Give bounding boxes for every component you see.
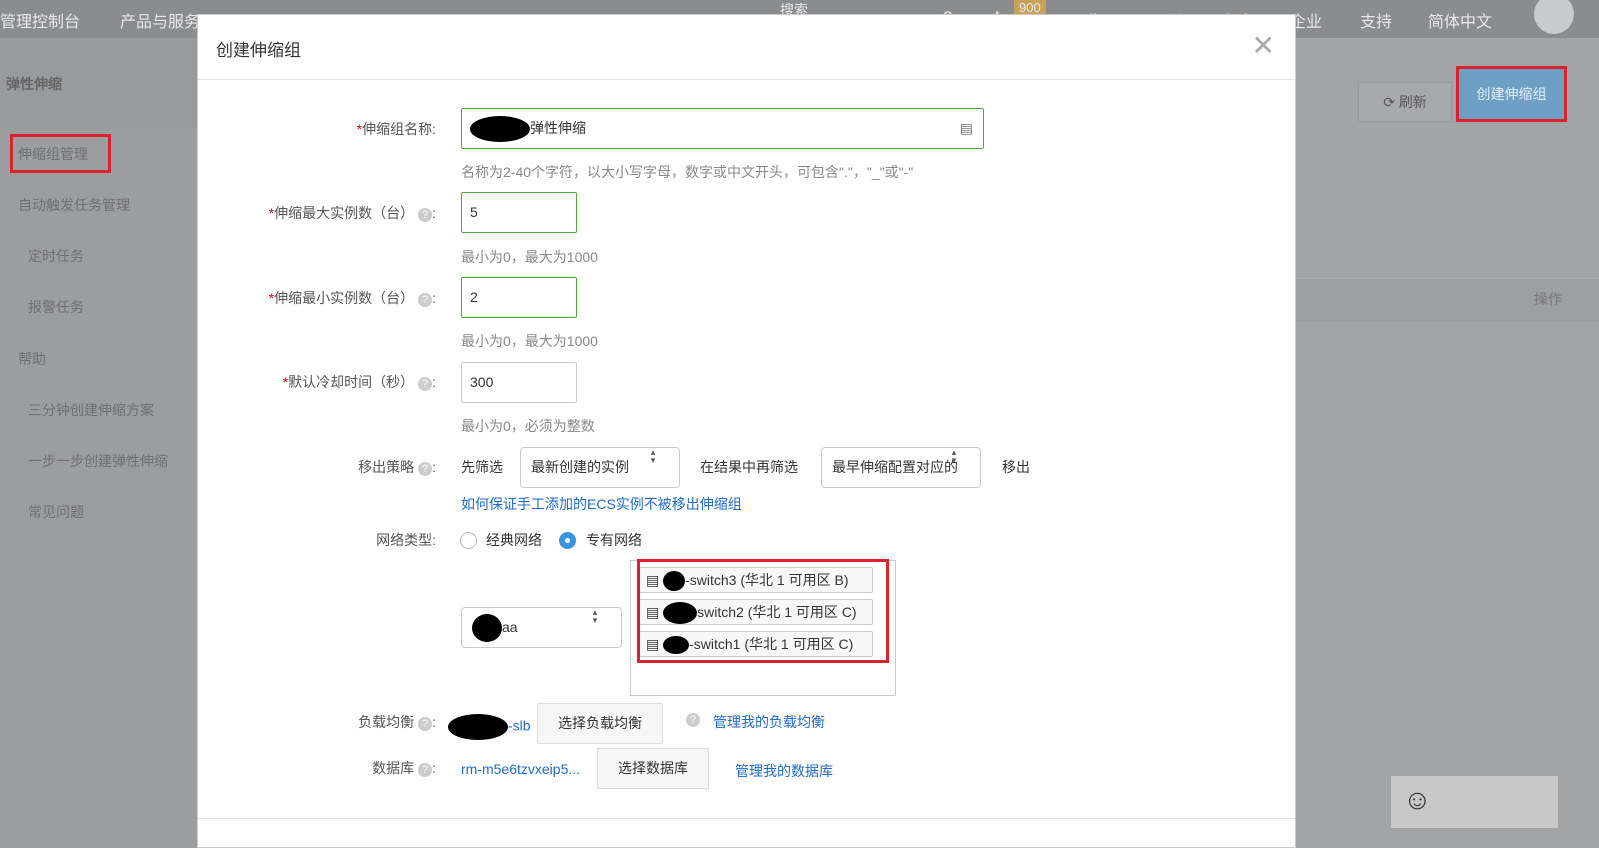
close-icon[interactable]: ✕ <box>1252 29 1275 62</box>
then-filter-label: 在结果中再筛选 <box>700 459 798 475</box>
removal-help-link[interactable]: 如何保证手工添加的ECS实例不被移出伸缩组 <box>461 494 742 514</box>
main-area: ⟳ 刷新 创建伸缩组 操作 <box>1296 38 1599 848</box>
min-instances-input[interactable]: 2 <box>461 277 577 318</box>
cooldown-hint: 最小为0，必须为整数 <box>461 418 595 434</box>
sidebar-item-step[interactable]: 一步一步创建弹性伸缩 <box>28 451 168 471</box>
highlight-box <box>10 134 111 173</box>
avatar[interactable] <box>1534 0 1574 34</box>
manage-db-link[interactable]: 管理我的数据库 <box>735 761 833 781</box>
create-group-button[interactable]: 创建伸缩组 <box>1456 66 1567 122</box>
removal-label: 移出策略?: <box>358 459 436 476</box>
min-label: *伸缩最小实例数（台）?: <box>268 290 436 307</box>
select-db-button[interactable]: 选择数据库 <box>597 748 709 789</box>
sidebar-item-help[interactable]: 帮助 <box>18 349 46 369</box>
max-hint: 最小为0，最大为1000 <box>461 249 598 265</box>
nav-language[interactable]: 简体中文 <box>1428 8 1492 32</box>
name-hint: 名称为2-40个字符，以大小写字母，数字或中文开头，可包含"."，"_"或"-" <box>461 164 914 180</box>
max-label: *伸缩最大实例数（台）?: <box>268 205 436 222</box>
console-link[interactable]: 管理控制台 <box>0 8 80 32</box>
help-icon: ? <box>418 462 433 476</box>
db-value[interactable]: rm-m5e6tzvxeip5... <box>461 761 580 777</box>
nav-support[interactable]: 支持 <box>1360 8 1392 32</box>
help-icon: ? <box>418 293 433 307</box>
cooldown-input[interactable]: 300 <box>461 362 577 403</box>
help-icon: ? <box>418 377 433 391</box>
create-group-dialog: 创建伸缩组 ✕ *伸缩组名称: 弹性伸缩 ▤ 名称为2-40个字符，以大小写字母，数… <box>197 14 1296 848</box>
refresh-button[interactable]: ⟳ 刷新 <box>1358 82 1452 122</box>
vpc-network-label: 专有网络 <box>586 532 642 548</box>
ops-column-header: 操作 <box>1534 291 1562 307</box>
slb-label: 负载均衡?: <box>358 714 436 731</box>
min-hint: 最小为0，最大为1000 <box>461 333 598 349</box>
vpc-select[interactable]: aa <box>461 607 622 648</box>
remove-label: 移出 <box>1002 459 1030 475</box>
help-icon[interactable]: ? <box>686 713 700 727</box>
chat-widget[interactable]: ☺ <box>1391 776 1558 828</box>
classic-network-radio[interactable] <box>460 532 477 549</box>
manage-slb-link[interactable]: 管理我的负载均衡 <box>713 712 825 732</box>
sidebar-item-3min[interactable]: 三分钟创建伸缩方案 <box>28 400 154 420</box>
help-icon: ? <box>418 763 433 777</box>
sidebar: 弹性伸缩 伸缩组管理 自动触发任务管理 定时任务 报警任务 帮助 三分钟创建伸缩… <box>0 38 197 848</box>
group-name-input[interactable]: 弹性伸缩 ▤ <box>461 108 984 149</box>
first-filter-select[interactable]: 最新创建的实例 <box>520 447 680 488</box>
first-filter-label: 先筛选 <box>461 459 503 475</box>
sidebar-item-faq[interactable]: 常见问题 <box>28 502 84 522</box>
id-card-icon: ▤ <box>959 120 973 136</box>
vpc-network-radio[interactable] <box>559 532 576 549</box>
classic-network-label: 经典网络 <box>486 532 542 548</box>
cooldown-label: *默认冷却时间（秒）?: <box>282 374 436 391</box>
sidebar-item-auto-tasks[interactable]: 自动触发任务管理 <box>18 195 130 215</box>
select-slb-button[interactable]: 选择负载均衡 <box>537 703 663 744</box>
sidebar-title: 弹性伸缩 <box>0 38 197 128</box>
help-icon: ? <box>418 208 433 222</box>
db-label: 数据库?: <box>372 760 436 777</box>
refresh-label: 刷新 <box>1398 94 1427 110</box>
max-instances-input[interactable]: 5 <box>461 192 577 233</box>
sidebar-item-scheduled[interactable]: 定时任务 <box>28 246 84 266</box>
highlight-box <box>637 559 889 663</box>
dialog-title: 创建伸缩组 <box>216 41 301 60</box>
name-label: *伸缩组名称: <box>356 121 436 137</box>
slb-value: -slb <box>448 714 531 740</box>
sidebar-item-alarm[interactable]: 报警任务 <box>28 297 84 317</box>
help-icon: ? <box>418 717 433 731</box>
network-label: 网络类型: <box>376 532 436 548</box>
mascot-icon: ☺ <box>1403 784 1432 815</box>
second-filter-select[interactable]: 最早伸缩配置对应的 <box>821 447 981 488</box>
